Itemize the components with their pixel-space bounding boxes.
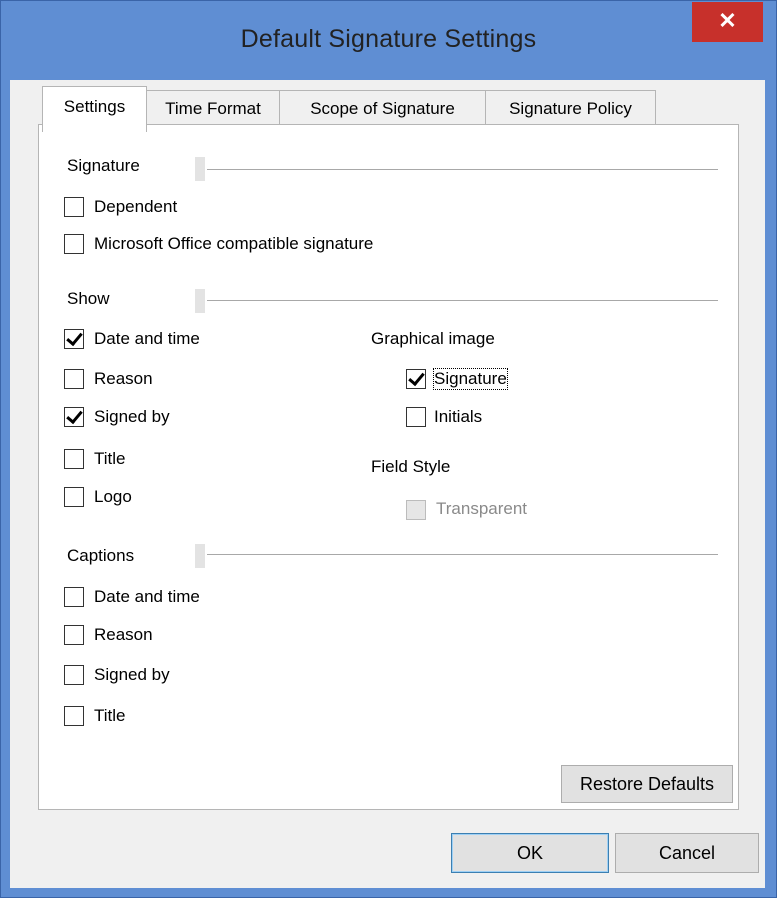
graphical-initials-label: Initials [434,407,483,426]
show-date-time-checkbox[interactable] [64,329,84,349]
ms-office-checkbox[interactable] [64,234,84,254]
caption-reason-label: Reason [94,625,153,644]
dialog-title: Default Signature Settings [240,25,537,53]
show-signed-by-checkbox[interactable] [64,407,84,427]
graphical-signature-label: Signature [433,368,508,390]
caption-date-time-checkbox[interactable] [64,587,84,607]
caption-signed-by-checkbox[interactable] [64,665,84,685]
show-logo-checkbox[interactable] [64,487,84,507]
tab-time-format-label: Time Format [165,99,261,118]
graphical-signature-checkbox[interactable] [406,369,426,389]
transparent-label: Transparent [436,499,528,518]
caption-title-checkbox[interactable] [64,706,84,726]
show-group-heading: Show [67,289,110,308]
caption-reason-checkbox[interactable] [64,625,84,645]
close-button[interactable]: ✕ [692,2,763,42]
tab-signature-policy[interactable]: Signature Policy [485,90,656,127]
signature-separator [207,169,718,170]
show-reason-label: Reason [94,369,153,388]
caption-signed-by-label: Signed by [94,665,170,684]
show-logo-label: Logo [94,487,132,506]
cancel-button[interactable]: Cancel [615,833,759,873]
dependent-checkbox[interactable] [64,197,84,217]
show-date-time-label: Date and time [94,329,200,348]
captions-separator-knob [195,544,205,568]
show-title-checkbox[interactable] [64,449,84,469]
show-signed-by-label: Signed by [94,407,170,426]
tab-settings-label: Settings [63,97,126,116]
tab-scope-label: Scope of Signature [310,99,455,118]
close-icon: ✕ [718,8,737,33]
show-separator [207,300,718,301]
ms-office-label: Microsoft Office compatible signature [94,234,374,253]
graphical-image-heading: Graphical image [371,329,495,348]
captions-separator [207,554,718,555]
title-bar[interactable]: Default Signature Settings ✕ [1,1,776,81]
tab-policy-label: Signature Policy [509,99,632,118]
show-separator-knob [195,289,205,313]
signature-group-heading: Signature [67,156,140,175]
dependent-label: Dependent [94,197,178,216]
graphical-initials-checkbox[interactable] [406,407,426,427]
ok-button[interactable]: OK [451,833,609,873]
caption-date-time-label: Date and time [94,587,200,606]
captions-group-heading: Captions [67,546,135,565]
show-reason-checkbox[interactable] [64,369,84,389]
tab-settings[interactable]: Settings [42,86,147,132]
show-title-label: Title [94,449,126,468]
tab-scope-of-signature[interactable]: Scope of Signature [279,90,486,127]
caption-title-label: Title [94,706,126,725]
signature-separator-knob [195,157,205,181]
field-style-heading: Field Style [371,457,451,476]
restore-defaults-button[interactable]: Restore Defaults [561,765,733,803]
tab-time-format[interactable]: Time Format [146,90,280,127]
transparent-checkbox[interactable] [406,500,426,520]
